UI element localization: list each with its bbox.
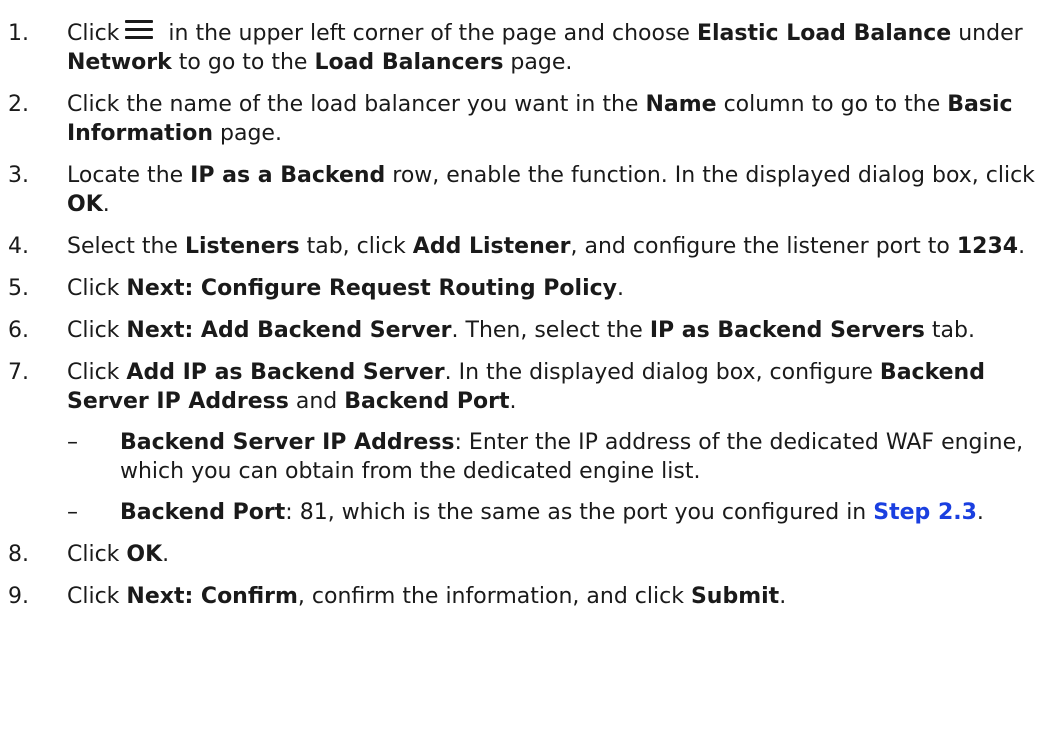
- ui-term: Load Balancers: [314, 50, 504, 75]
- ui-term: Add IP as Backend Server: [126, 360, 445, 385]
- step-number: 2.: [8, 92, 29, 117]
- step-7: 7. Click Add IP as Backend Server. In th…: [8, 358, 1041, 527]
- step-2: 2. Click the name of the load balancer y…: [8, 92, 1013, 146]
- step-9: 9. Click Next: Confirm, confirm the info…: [8, 584, 787, 609]
- ui-term: Submit: [690, 584, 780, 609]
- ui-term: OK: [126, 542, 163, 567]
- ui-term: Elastic Load Balance: [696, 21, 952, 46]
- ui-term: Backend Port: [120, 500, 286, 525]
- step-4: 4. Select the Listeners tab, click Add L…: [8, 234, 1026, 259]
- step-6: 6. Click Next: Add Backend Server. Then,…: [8, 318, 975, 343]
- ui-term: Next: Add Backend Server: [126, 318, 452, 343]
- ui-term: Backend Port: [344, 389, 510, 414]
- ui-term: Network: [67, 50, 172, 75]
- step-number: 7.: [8, 360, 29, 385]
- step-number: 8.: [8, 542, 29, 567]
- step-5: 5. Click Next: Configure Request Routing…: [8, 276, 624, 301]
- step-number: 4.: [8, 234, 29, 259]
- step-list: 1. Click in the upper left corner of the…: [8, 19, 1041, 611]
- step-8: 8. Click OK.: [8, 542, 170, 567]
- step-3: 3. Locate the IP as a Backend row, enabl…: [8, 163, 1035, 217]
- step-number: 9.: [8, 584, 29, 609]
- ui-term: Listeners: [184, 234, 300, 259]
- ui-term: OK: [67, 192, 103, 217]
- sub-item-backend-port: – Backend Port: 81, which is the same as…: [67, 500, 984, 525]
- dash-bullet: –: [67, 430, 78, 455]
- ui-term: Add Listener: [412, 234, 571, 259]
- dash-bullet: –: [67, 500, 78, 525]
- ui-term: Backend Server IP Address: [120, 430, 455, 455]
- ui-term: IP as Backend Servers: [649, 318, 925, 343]
- sub-item-ip-address: – Backend Server IP Address: Enter the I…: [67, 430, 1024, 484]
- ui-term: Name: [645, 92, 717, 117]
- step-number: 5.: [8, 276, 29, 301]
- ui-term: 1234: [956, 234, 1019, 259]
- sub-list: – Backend Server IP Address: Enter the I…: [67, 428, 1041, 527]
- ui-term: Next: Configure Request Routing Policy: [126, 276, 617, 301]
- step-number: 6.: [8, 318, 29, 343]
- step-text: Click: [67, 21, 120, 46]
- step-number: 1.: [8, 21, 29, 46]
- step-1: 1. Click in the upper left corner of the…: [8, 19, 1023, 75]
- ui-term: IP as a Backend: [190, 163, 386, 188]
- document-page: 1. Click in the upper left corner of the…: [0, 0, 1061, 756]
- step-number: 3.: [8, 163, 29, 188]
- step-2-3-link[interactable]: Step 2.3: [873, 500, 977, 525]
- ui-term: Next: Confirm: [126, 584, 298, 609]
- menu-icon: [125, 19, 154, 41]
